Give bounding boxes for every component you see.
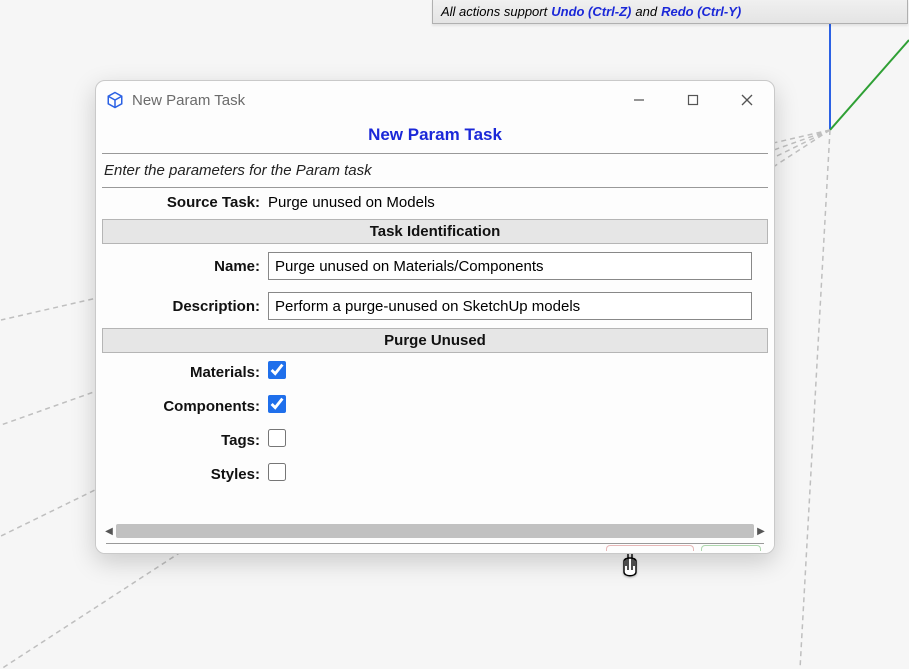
tags-checkbox[interactable] xyxy=(268,429,286,447)
dialog-body: New Param Task Enter the parameters for … xyxy=(96,119,774,553)
window-minimize-button[interactable] xyxy=(616,84,662,116)
tags-label: Tags: xyxy=(104,432,268,449)
row-source-task: Source Task: Purge unused on Models xyxy=(102,188,768,217)
window-maximize-button[interactable] xyxy=(670,84,716,116)
source-task-value: Purge unused on Models xyxy=(268,194,766,211)
row-materials: Materials: xyxy=(102,355,768,389)
components-checkbox[interactable] xyxy=(268,395,286,413)
window-titlebar[interactable]: New Param Task xyxy=(96,81,774,119)
sketchup-icon xyxy=(106,91,124,109)
scroll-left-icon[interactable]: ◀ xyxy=(102,526,116,537)
row-styles: Styles: xyxy=(102,457,768,491)
materials-checkbox[interactable] xyxy=(268,361,286,379)
undo-shortcut: Undo (Ctrl-Z) xyxy=(551,4,631,19)
redo-shortcut: Redo (Ctrl-Y) xyxy=(661,4,741,19)
styles-label: Styles: xyxy=(104,466,268,483)
hint-mid: and xyxy=(635,4,657,19)
materials-label: Materials: xyxy=(104,364,268,381)
window-title: New Param Task xyxy=(132,92,608,109)
dialog-heading: New Param Task xyxy=(102,121,768,154)
scroll-right-icon[interactable]: ▶ xyxy=(754,526,768,537)
hint-bar: All actions support Undo (Ctrl-Z) and Re… xyxy=(432,0,908,24)
row-tags: Tags: xyxy=(102,423,768,457)
dialog-subheading: Enter the parameters for the Param task xyxy=(102,154,768,188)
description-input[interactable] xyxy=(268,292,752,320)
row-name: Name: xyxy=(102,246,768,286)
description-label: Description: xyxy=(104,298,268,315)
window-close-button[interactable] xyxy=(724,84,770,116)
name-input[interactable] xyxy=(268,252,752,280)
cancel-button[interactable] xyxy=(606,545,694,551)
components-label: Components: xyxy=(104,398,268,415)
styles-checkbox[interactable] xyxy=(268,463,286,481)
section-identification: Task Identification xyxy=(102,219,768,244)
name-label: Name: xyxy=(104,258,268,275)
horizontal-scrollbar[interactable]: ◀ ▶ xyxy=(102,523,768,539)
section-purge: Purge Unused xyxy=(102,328,768,353)
scroll-track[interactable] xyxy=(116,524,754,538)
dialog-new-param-task: New Param Task New Param Task Enter the … xyxy=(95,80,775,554)
hint-prefix: All actions support xyxy=(441,4,547,19)
source-task-label: Source Task: xyxy=(104,194,268,211)
row-description: Description: xyxy=(102,286,768,326)
ok-button[interactable] xyxy=(701,545,761,551)
row-components: Components: xyxy=(102,389,768,423)
